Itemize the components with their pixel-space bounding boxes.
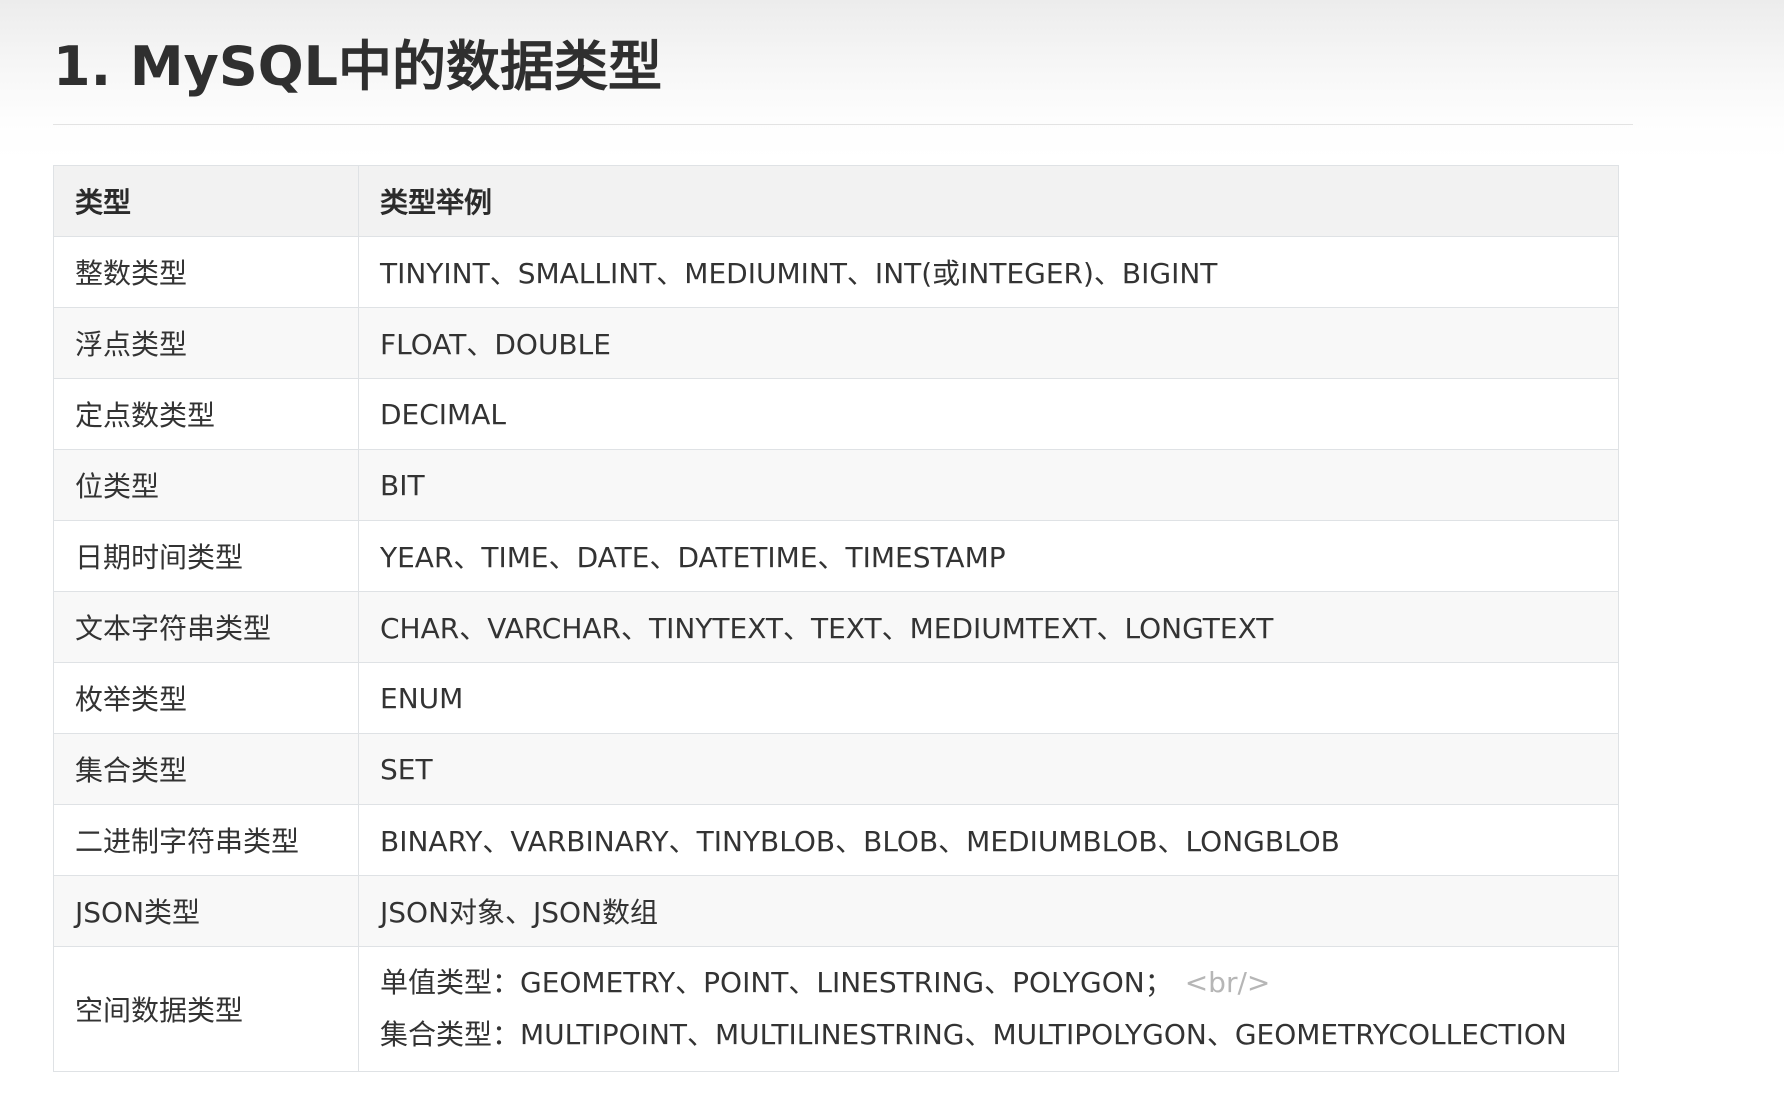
table-row: 二进制字符串类型 BINARY、VARBINARY、TINYBLOB、BLOB、… [53,804,1619,876]
table-row: 日期时间类型 YEAR、TIME、DATE、DATETIME、TIMESTAMP [53,520,1619,592]
table-row: 浮点类型 FLOAT、DOUBLE [53,307,1619,379]
table-header-row: 类型 类型举例 [53,165,1619,237]
type-cell: 整数类型 [53,236,359,308]
type-cell: 集合类型 [53,733,359,805]
header-type: 类型 [53,165,359,237]
type-cell: 日期时间类型 [53,520,359,592]
table-row: 枚举类型 ENUM [53,662,1619,734]
examples-cell: SET [358,733,1619,805]
type-cell: JSON类型 [53,875,359,947]
br-tag-text: <br/> [1184,966,1271,999]
spatial-line-single: 单值类型：GEOMETRY、POINT、LINESTRING、POLYGON； <… [380,957,1597,1009]
type-cell: 定点数类型 [53,378,359,450]
examples-cell: YEAR、TIME、DATE、DATETIME、TIMESTAMP [358,520,1619,592]
type-cell: 浮点类型 [53,307,359,379]
table-row: 集合类型 SET [53,733,1619,805]
table-row: JSON类型 JSON对象、JSON数组 [53,875,1619,947]
spatial-single-text: 单值类型：GEOMETRY、POINT、LINESTRING、POLYGON； [380,966,1173,999]
type-cell: 空间数据类型 [53,946,359,1072]
examples-cell: DECIMAL [358,378,1619,450]
data-types-table: 类型 类型举例 整数类型 TINYINT、SMALLINT、MEDIUMINT、… [53,165,1619,1072]
type-cell: 二进制字符串类型 [53,804,359,876]
table-row: 整数类型 TINYINT、SMALLINT、MEDIUMINT、INT(或INT… [53,236,1619,308]
examples-cell: BINARY、VARBINARY、TINYBLOB、BLOB、MEDIUMBLO… [358,804,1619,876]
examples-cell: FLOAT、DOUBLE [358,307,1619,379]
page-heading: 1. MySQL中的数据类型 [53,35,663,98]
type-cell: 位类型 [53,449,359,521]
examples-cell-spatial: 单值类型：GEOMETRY、POINT、LINESTRING、POLYGON； <… [358,946,1619,1072]
examples-cell: TINYINT、SMALLINT、MEDIUMINT、INT(或INTEGER)… [358,236,1619,308]
table-row: 位类型 BIT [53,449,1619,521]
table-row-spatial: 空间数据类型 单值类型：GEOMETRY、POINT、LINESTRING、PO… [53,946,1619,1072]
header-examples: 类型举例 [358,165,1619,237]
type-cell: 文本字符串类型 [53,591,359,663]
spatial-line-collection: 集合类型：MULTIPOINT、MULTILINESTRING、MULTIPOL… [380,1018,1567,1051]
examples-cell: BIT [358,449,1619,521]
heading-divider [53,124,1633,125]
examples-cell: ENUM [358,662,1619,734]
table-row: 文本字符串类型 CHAR、VARCHAR、TINYTEXT、TEXT、MEDIU… [53,591,1619,663]
table-row: 定点数类型 DECIMAL [53,378,1619,450]
examples-cell: CHAR、VARCHAR、TINYTEXT、TEXT、MEDIUMTEXT、LO… [358,591,1619,663]
type-cell: 枚举类型 [53,662,359,734]
examples-cell: JSON对象、JSON数组 [358,875,1619,947]
